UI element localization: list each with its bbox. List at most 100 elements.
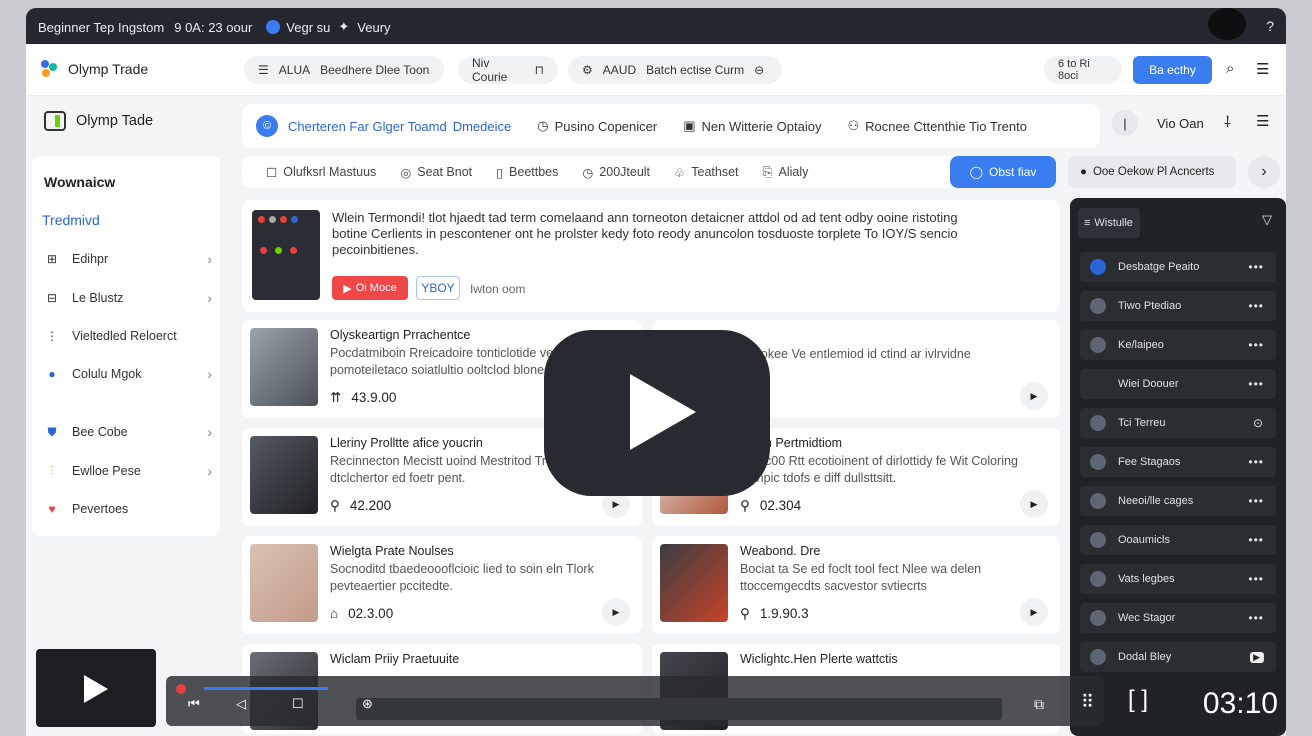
captions-icon[interactable]: ⧉ <box>1034 696 1044 713</box>
search-icon[interactable]: ⌕ <box>1226 60 1234 77</box>
filter-3[interactable]: ◷ 200Jteult <box>582 165 650 180</box>
play-icon[interactable]: ▶ <box>1250 651 1264 663</box>
search-icon: ◯ <box>969 165 984 179</box>
panel-item[interactable]: Desbatge Peaito ••• <box>1080 252 1276 282</box>
sub-nav-link-3[interactable]: Nen Witterie Optaioy <box>702 119 822 134</box>
filter-1[interactable]: ◎ Seat Bnot <box>400 165 472 180</box>
radio-icon[interactable]: ⊙ <box>1253 416 1264 430</box>
sub-right-label[interactable]: Vio Oan <box>1157 116 1204 131</box>
sidebar-item-label: Colulu Mgok <box>72 367 142 381</box>
volume-icon[interactable]: ◁ <box>236 696 246 712</box>
tag-icon: ♧ <box>674 165 686 180</box>
sub-brand-icon <box>44 111 66 131</box>
panel-item[interactable]: Vats legbes ••• <box>1080 564 1276 594</box>
sidebar-item-5[interactable]: ⫶ Ewlloe Pese › <box>42 456 212 486</box>
skip-icon[interactable]: ⏮ <box>188 696 200 712</box>
more-icon[interactable]: ••• <box>1248 533 1264 547</box>
active-filter-button[interactable]: ◯ Obst fiav <box>950 156 1056 188</box>
filter-icon[interactable]: ▽ <box>1262 212 1272 228</box>
panel-item[interactable]: Wec Stagor ••• <box>1080 603 1276 633</box>
filter-2[interactable]: ▯ Beettbes <box>496 165 558 180</box>
sidebar-item-1[interactable]: ⊟ Le Blustz › <box>42 283 212 313</box>
chevron-right-icon[interactable]: › <box>1248 156 1280 188</box>
sub-brand-name: Olymp Tade <box>76 113 154 129</box>
play-icon[interactable]: ▶ <box>1020 598 1048 626</box>
fullscreen-icon[interactable]: [ ] <box>1128 686 1148 714</box>
sub-brand[interactable]: Olymp Tade <box>44 110 153 132</box>
avatar <box>1090 454 1106 470</box>
course-price-value: 02.304 <box>759 498 802 513</box>
sub-nav-link-2[interactable]: Pusino Copenicer <box>555 119 658 134</box>
balance-pill[interactable]: 6 to Ri 8oci <box>1044 56 1122 84</box>
scrubber-track[interactable] <box>356 698 1002 720</box>
sidebar-item-4[interactable]: ⛊ Bee Cobe › <box>42 417 212 447</box>
brand-logo[interactable]: Olymp Trade <box>38 58 148 80</box>
panel-item[interactable]: Wiei Doouer ••• <box>1080 369 1276 399</box>
camera-notch <box>1208 8 1246 40</box>
play-icon[interactable]: ▶ <box>1020 382 1048 410</box>
window-titlebar: Beginner Tep Ingstom 9 0A: 23 oour Vegr … <box>26 8 1286 46</box>
help-icon[interactable]: ? <box>1266 18 1274 34</box>
panel-item[interactable]: Dodal Bley ▶ <box>1080 642 1276 672</box>
panel-header-label: Wistulle <box>1094 217 1133 229</box>
more-icon[interactable]: ••• <box>1248 299 1264 313</box>
panel-item[interactable]: Tci Terreu ⊙ <box>1080 408 1276 438</box>
panel-item[interactable]: Fee Stagaos ••• <box>1080 447 1276 477</box>
filter-5[interactable]: ⎘ Alialy <box>763 165 809 180</box>
play-icon[interactable]: ▶ <box>1020 490 1048 518</box>
panel-item[interactable]: Tiwo Ptediao ••• <box>1080 291 1276 321</box>
course-card[interactable]: Wielgta Prate Noulses Socnoditd tbaedeoo… <box>242 536 642 634</box>
play-icon[interactable]: ▶ <box>602 598 630 626</box>
more-icon[interactable]: ••• <box>1248 611 1264 625</box>
panel-header[interactable]: ≡ Wistulle <box>1078 208 1140 238</box>
course-card[interactable]: Weabond. Dre Bociat ta Se ed foclt tool … <box>652 536 1060 634</box>
grid-icon[interactable]: ⠿ <box>1081 692 1094 713</box>
sidebar-item-2[interactable]: ⋮ Vieltedled Reloerct <box>42 321 212 351</box>
more-icon[interactable]: ••• <box>1248 455 1264 469</box>
more-icon[interactable]: ••• <box>1248 572 1264 586</box>
play-icon: ▶ <box>343 282 352 295</box>
info-circle-icon[interactable]: | <box>1112 110 1138 136</box>
sub-nav-link-4[interactable]: Rocnee Cttenthie Tio Trento <box>865 119 1027 134</box>
sidebar-item-label: Pevertoes <box>72 502 129 516</box>
sidebar-item-3[interactable]: ● Colulu Mgok › <box>42 359 212 389</box>
top-header: Olymp Trade ☰ ALUA Beedhere Dlee Toon Ni… <box>26 44 1286 96</box>
nav-pill-2[interactable]: Niv Courie ⊓ <box>458 56 558 84</box>
mini-player[interactable] <box>36 649 156 727</box>
panel-item[interactable]: Neeoi/lle cages ••• <box>1080 486 1276 516</box>
featured-badge[interactable]: YBOY <box>416 276 460 300</box>
progress-bar[interactable] <box>204 687 328 690</box>
menu-icon-2[interactable]: ☰ <box>1256 112 1269 130</box>
featured-button[interactable]: ▶ Oi Moce <box>332 276 408 300</box>
course-price: ⌂ 02.3.00 <box>330 606 393 621</box>
account-button[interactable]: ● Ooe Oekow Pl Acncerts <box>1068 156 1236 188</box>
avatar <box>1090 376 1106 392</box>
more-icon[interactable]: ••• <box>1248 377 1264 391</box>
menu-icon[interactable]: ☰ <box>1256 60 1269 78</box>
settings-icon[interactable]: ⊛ <box>362 696 373 712</box>
stop-icon[interactable]: ☐ <box>292 696 304 712</box>
more-icon[interactable]: ••• <box>1248 494 1264 508</box>
sidebar-active-item[interactable]: Tredmivd <box>42 212 100 228</box>
filter-0[interactable]: ☐ Olufksrl Mastuus <box>266 165 376 180</box>
panel-item[interactable]: Ke/laipeo ••• <box>1080 330 1276 360</box>
featured-button-label: Oi Moce <box>355 282 397 294</box>
sidebar-item-0[interactable]: ⊞ Edihpr › <box>42 244 212 274</box>
nav-pill-1[interactable]: ☰ ALUA Beedhere Dlee Toon <box>244 56 444 84</box>
sub-nav-link-1[interactable]: Cherteren Far Glger Toamd <box>288 119 447 134</box>
nav-pill-3[interactable]: ⚙ AAUD Batch ectise Curm ⊖ <box>568 56 782 84</box>
more-icon[interactable]: ••• <box>1248 338 1264 352</box>
pin-icon[interactable]: ⸸ <box>1224 112 1231 132</box>
sub-nav-link-1b[interactable]: Dmedeice <box>453 119 512 134</box>
sidebar-item-6[interactable]: ♥ Pevertoes <box>42 494 212 524</box>
big-play-button[interactable] <box>544 330 770 496</box>
more-icon[interactable]: ••• <box>1248 260 1264 274</box>
course-price: ⚲ 42.200 <box>330 498 391 514</box>
cta-button[interactable]: Ba ecthy <box>1133 56 1212 84</box>
filter-4[interactable]: ♧ Teathset <box>674 165 738 180</box>
gear-icon: ⚙ <box>582 63 593 77</box>
featured-card: Wlein Termondi! tlot hjaedt tad term com… <box>242 200 1060 312</box>
panel-item[interactable]: Ooaumicls ••• <box>1080 525 1276 555</box>
panel-item-label: Neeoi/lle cages <box>1118 495 1194 507</box>
bell-icon: ⌂ <box>330 606 339 621</box>
